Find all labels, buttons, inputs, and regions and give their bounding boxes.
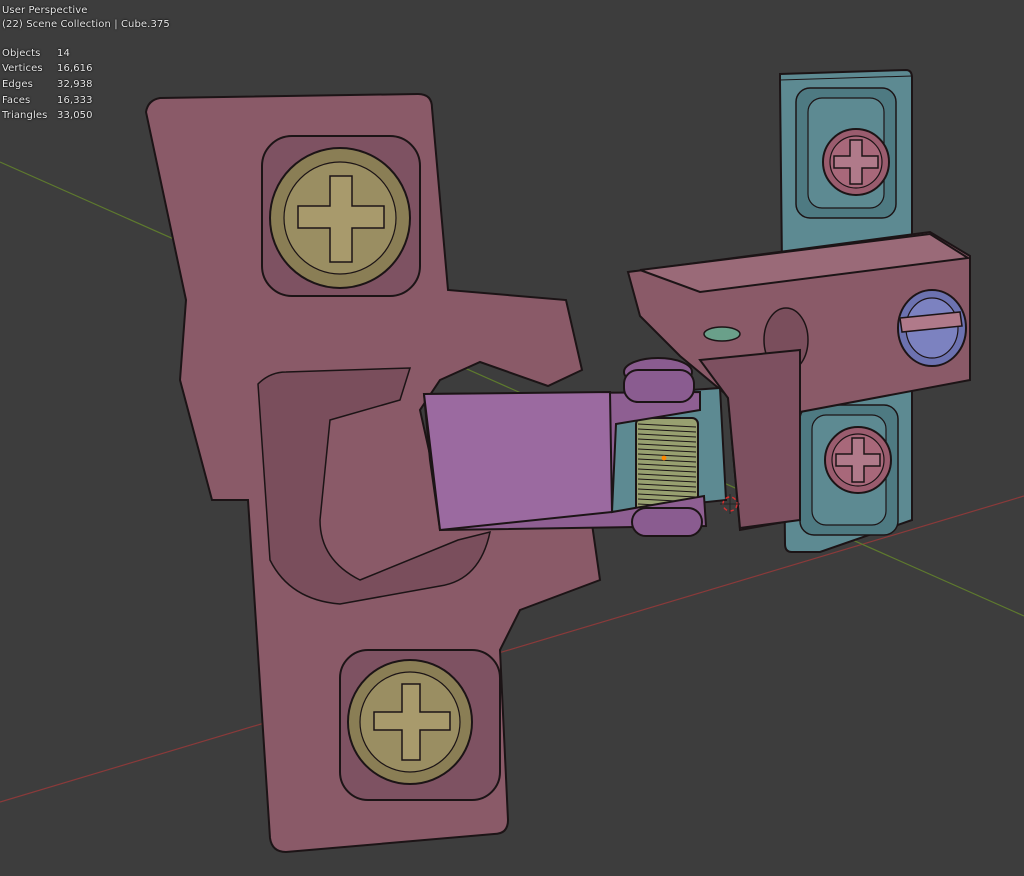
stat-label: Vertices (2, 63, 43, 75)
stat-objects: Objects 14 (2, 46, 93, 62)
pivot-pin (703, 326, 741, 342)
stat-label: Faces (2, 94, 31, 106)
stat-value: 16,333 (57, 94, 93, 106)
viewport-header-info: User Perspective (22) Scene Collection |… (2, 4, 170, 32)
collection-info: (22) Scene Collection | Cube.375 (2, 19, 170, 30)
screw-mount-bottom[interactable] (824, 426, 892, 494)
viewport-scene[interactable] (0, 0, 1024, 876)
stat-label: Triangles (2, 110, 48, 122)
screw-bottom[interactable] (347, 659, 473, 785)
statistics-overlay: Objects 14 Vertices 16,616 Edges 32,938 Fac… (2, 46, 93, 124)
screw-top[interactable] (269, 147, 411, 289)
stat-value: 32,938 (57, 78, 93, 90)
stat-label: Objects (2, 47, 41, 59)
screw-mount-side[interactable] (897, 289, 967, 367)
stat-triangles: Triangles 33,050 (2, 108, 93, 124)
3d-viewport[interactable]: User Perspective (22) Scene Collection |… (0, 0, 1024, 876)
stat-faces: Faces 16,333 (2, 93, 93, 109)
stat-value: 33,050 (57, 110, 93, 122)
stat-vertices: Vertices 16,616 (2, 62, 93, 78)
view-name: User Perspective (2, 5, 88, 16)
stat-label: Edges (2, 78, 33, 90)
stat-value: 14 (57, 47, 70, 59)
stat-edges: Edges 32,938 (2, 77, 93, 93)
stat-value: 16,616 (57, 63, 93, 75)
screw-mount-top[interactable] (822, 128, 890, 196)
object-origin (661, 455, 667, 461)
